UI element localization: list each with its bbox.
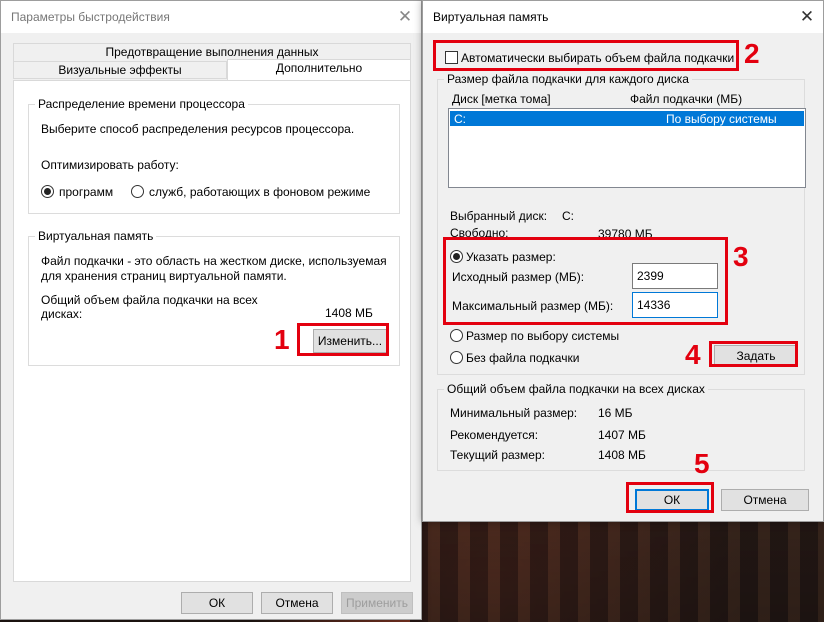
group-title: Размер файла подкачки для каждого диска (444, 72, 692, 86)
list-item[interactable]: C: По выбору системы (450, 111, 804, 126)
current-size-label: Текущий размер: (450, 448, 545, 462)
annotation-number-5: 5 (694, 448, 710, 479)
vm-description-1: Файл подкачки - это область на жестком д… (41, 254, 387, 268)
tab-advanced[interactable]: Дополнительно (227, 59, 411, 81)
radio-background-services[interactable] (131, 185, 144, 198)
row-file: По выбору системы (666, 112, 777, 126)
annotation-box-5 (626, 482, 714, 513)
paging-per-drive-group: Размер файла подкачки для каждого диска … (437, 72, 806, 375)
vm-total-value: 1408 МБ (325, 306, 373, 320)
tab-visual-effects[interactable]: Визуальные эффекты (13, 61, 227, 79)
recommended-label: Рекомендуется: (450, 428, 539, 442)
selected-disk-value: C: (562, 209, 574, 223)
col-file-header: Файл подкачки (МБ) (630, 92, 743, 106)
selected-disk-label: Выбранный диск: (450, 209, 548, 223)
annotation-box-4 (709, 341, 798, 367)
annotation-number-2: 2 (744, 38, 760, 69)
drive-list[interactable]: C: По выбору системы (448, 108, 806, 188)
radio-system-managed-label: Размер по выбору системы (466, 329, 620, 343)
annotation-box-2 (433, 40, 739, 71)
perf-dialog-title: Параметры быстродействия (11, 10, 170, 24)
cpu-scheduling-group: Распределение времени процессора Выберит… (28, 97, 400, 214)
annotation-number-4: 4 (685, 339, 701, 370)
vm-cancel-button[interactable]: Отмена (721, 489, 809, 511)
annotation-number-3: 3 (733, 241, 749, 272)
radio-no-paging-file-label: Без файла подкачки (466, 351, 580, 365)
close-icon[interactable]: ✕ (791, 1, 823, 33)
radio-programs-label: программ (59, 185, 114, 199)
vm-titlebar: Виртуальная память ✕ (423, 1, 823, 33)
perf-titlebar: Параметры быстродействия ✕ (1, 1, 421, 33)
col-disk-header: Диск [метка тома] (452, 92, 551, 106)
group-title: Общий объем файла подкачки на всех диска… (444, 382, 708, 396)
annotation-box-3 (443, 237, 728, 325)
close-icon[interactable]: ✕ (389, 1, 421, 33)
paging-totals-group: Общий объем файла подкачки на всех диска… (437, 382, 805, 471)
vm-total-label-1: Общий объем файла подкачки на всех (41, 293, 258, 307)
optimize-label: Оптимизировать работу: (41, 158, 179, 172)
recommended-value: 1407 МБ (598, 428, 646, 442)
group-title: Виртуальная память (35, 229, 157, 243)
vm-dialog-title: Виртуальная память (433, 10, 549, 24)
annotation-box-1 (297, 323, 389, 356)
apply-button[interactable]: Применить (341, 592, 413, 614)
group-title: Распределение времени процессора (35, 97, 248, 111)
row-disk: C: (454, 112, 466, 126)
annotation-number-1: 1 (274, 324, 290, 355)
min-size-value: 16 МБ (598, 406, 633, 420)
min-size-label: Минимальный размер: (450, 406, 578, 420)
ok-button[interactable]: ОК (181, 592, 253, 614)
radio-background-services-label: служб, работающих в фоновом режиме (149, 185, 371, 199)
tab-label: Визуальные эффекты (58, 63, 182, 77)
tab-label: Предотвращение выполнения данных (105, 45, 319, 59)
vm-description-2: для хранения страниц виртуальной памяти. (41, 269, 287, 283)
performance-options-dialog: Параметры быстродействия ✕ Предотвращени… (0, 0, 422, 620)
current-size-value: 1408 МБ (598, 448, 646, 462)
radio-programs[interactable] (41, 185, 54, 198)
radio-system-managed[interactable] (450, 329, 463, 342)
vm-total-label-2: дисках: (41, 307, 83, 321)
cpu-description: Выберите способ распределения ресурсов п… (41, 122, 355, 136)
cancel-button[interactable]: Отмена (261, 592, 333, 614)
radio-no-paging-file[interactable] (450, 351, 463, 364)
tab-label: Дополнительно (275, 61, 363, 75)
